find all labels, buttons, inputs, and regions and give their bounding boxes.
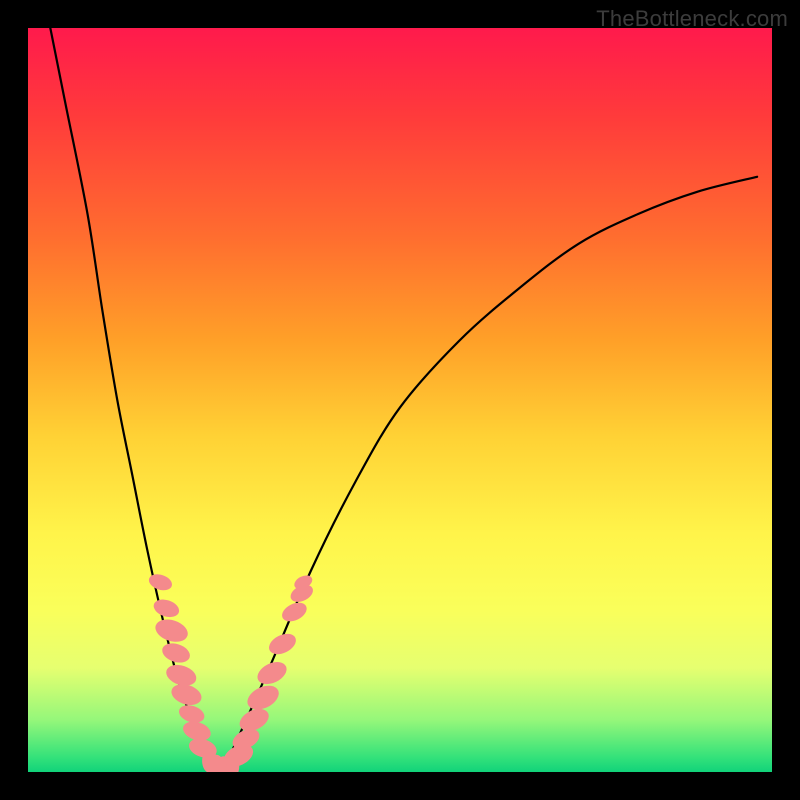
curve-marker (153, 616, 191, 646)
chart-frame: TheBottleneck.com (0, 0, 800, 800)
curve-marker (151, 596, 181, 620)
curve-layer (28, 28, 772, 772)
plot-area (28, 28, 772, 772)
marker-group (147, 572, 316, 772)
curve-marker (169, 681, 204, 709)
curve-marker (279, 599, 310, 625)
curve-marker (147, 572, 174, 594)
watermark-text: TheBottleneck.com (596, 6, 788, 32)
curve-marker (160, 640, 193, 666)
bottleneck-curve (50, 28, 757, 772)
curve-marker (244, 681, 283, 714)
